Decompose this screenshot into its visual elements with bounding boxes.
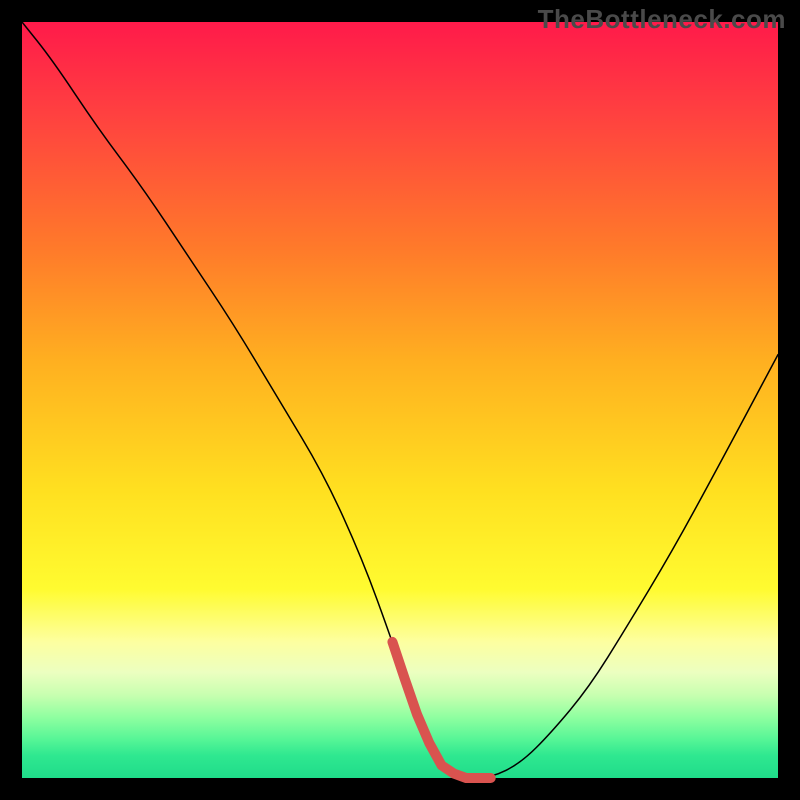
- chart-stage: TheBottleneck.com: [0, 0, 800, 800]
- optimal-zone-highlight: [392, 642, 490, 778]
- watermark-text: TheBottleneck.com: [538, 4, 786, 35]
- chart-svg: [22, 22, 778, 778]
